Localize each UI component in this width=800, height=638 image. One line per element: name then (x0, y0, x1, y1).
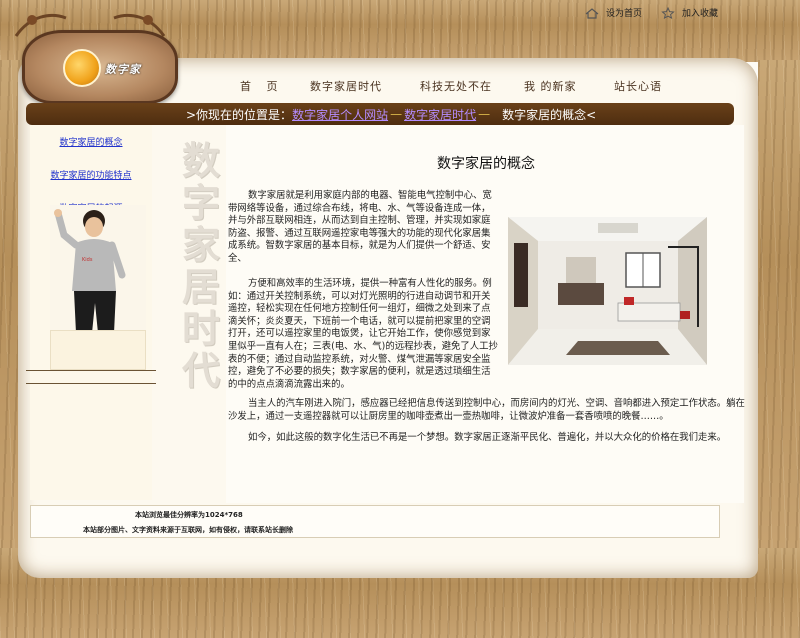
article-paragraph: 数字家居就是利用家庭内部的电器、智能电气控制中心、宽带网络等设备，通过综合布线，… (228, 190, 492, 264)
article-title: 数字家居的概念 (437, 156, 535, 172)
sidebar-item-features[interactable]: 数字家居的功能特点 (30, 168, 152, 181)
top-links: 设为首页 加入收藏 (584, 6, 718, 19)
add-favorite-label: 加入收藏 (682, 9, 719, 19)
breadcrumb-section-link[interactable]: 数字家居时代 (404, 106, 476, 123)
breadcrumb-separator: — (390, 107, 403, 121)
nav-digital-home-era[interactable]: 数字家居时代 (310, 78, 420, 94)
home-icon (584, 7, 600, 19)
article-paragraph: 方便和高效率的生活环境，提供一种富有人性化的服务。例如：通过开关控制系统，可以对… (228, 278, 498, 390)
nav-webmaster-words[interactable]: 站长心语 (614, 78, 694, 94)
set-homepage-label: 设为首页 (606, 9, 643, 19)
main-nav: 首 页 数字家居时代 科技无处不在 我 的新家 站长心语 (240, 78, 694, 94)
vertical-calligraphy-title: 数字家居时代 (181, 138, 220, 393)
sidebar: 数字家居的概念 数字家居的功能特点 数字家居的起源 Kids (30, 125, 152, 500)
article-paragraph: 如今，如此这般的数字化生活已不再是一个梦想。数字家居正逐渐平民化、普遍化，并以大… (248, 432, 727, 443)
logo-emblem-icon (63, 49, 101, 87)
photo-caption-box (50, 330, 146, 370)
nav-tech-everywhere[interactable]: 科技无处不在 (420, 78, 524, 94)
breadcrumb: >你现在的位置是： 数字家居个人网站 — 数字家居时代 — 数字家居的概念< (26, 103, 734, 125)
page-footer: 本站浏览最佳分辨率为1024*768 本站部分图片、文字资料来源于互联网，如有侵… (30, 505, 720, 538)
sidebar-divider (26, 370, 156, 371)
breadcrumb-current: 数字家居的概念< (502, 107, 597, 122)
breadcrumb-prefix: >你现在的位置是： (186, 107, 293, 122)
svg-text:Kids: Kids (82, 257, 93, 263)
footer-copyright-note: 本站部分图片、文字资料来源于互联网，如有侵权，请联系站长删除 (83, 526, 293, 534)
sidebar-divider (26, 383, 156, 384)
logo-text: 数字家 (105, 63, 141, 76)
living-room-photo (508, 217, 707, 365)
site-logo[interactable]: 数字家 (22, 30, 178, 104)
nav-home[interactable]: 首 页 (240, 78, 310, 94)
article-paragraph: 当主人的汽车刚进入院门，感应器已经把信息传送到控制中心，而房间内的灯光、空调、音… (228, 398, 745, 422)
add-favorite-link[interactable]: 加入收藏 (660, 6, 718, 19)
star-icon (660, 6, 676, 19)
footer-resolution-note: 本站浏览最佳分辨率为1024*768 (135, 511, 243, 519)
nav-my-new-home[interactable]: 我 的新家 (524, 78, 614, 94)
wood-right-border (758, 60, 800, 560)
boy-photo: Kids (50, 205, 146, 337)
set-homepage-link[interactable]: 设为首页 (584, 6, 642, 19)
breadcrumb-separator: — (478, 107, 491, 121)
sidebar-item-concept[interactable]: 数字家居的概念 (30, 135, 152, 148)
breadcrumb-home-link[interactable]: 数字家居个人网站 (292, 106, 388, 123)
